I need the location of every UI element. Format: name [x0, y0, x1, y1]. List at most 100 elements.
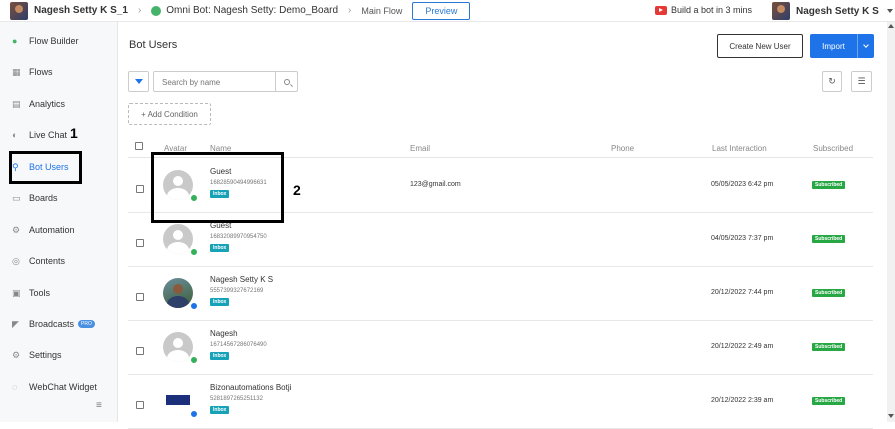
- row-checkbox[interactable]: [136, 185, 144, 193]
- sidebar-item-label: Boards: [29, 193, 58, 203]
- user-id: 16832089970954750: [210, 234, 267, 240]
- filter-button[interactable]: [128, 71, 149, 92]
- refresh-button[interactable]: ↻: [822, 71, 842, 92]
- col-email[interactable]: Email: [410, 144, 430, 153]
- inbox-badge: Inbox: [210, 244, 230, 252]
- breadcrumb-chevron-icon: ›: [348, 5, 352, 16]
- search-icon: [284, 78, 290, 85]
- import-dropdown-toggle[interactable]: [858, 42, 874, 48]
- search-input[interactable]: [154, 73, 264, 92]
- sidebar-item-flow-builder[interactable]: ● Flow Builder: [0, 31, 118, 51]
- table-row[interactable]: Nagesh 16714567286076490 Inbox 20/12/202…: [128, 321, 873, 375]
- user-menu[interactable]: Nagesh Setty K S: [772, 2, 893, 20]
- select-all-checkbox[interactable]: [135, 142, 143, 150]
- breadcrumb-chevron-icon: ›: [137, 5, 142, 16]
- sidebar-item-label: Contents: [29, 256, 66, 266]
- col-phone[interactable]: Phone: [611, 144, 634, 153]
- table-row[interactable]: Nagesh Setty K S 5557399327672169 Inbox …: [128, 267, 873, 321]
- sidebar-item-webchat-widget[interactable]: ◌ WebChat Widget: [0, 377, 118, 397]
- sidebar-item-label: Automation: [29, 225, 75, 235]
- board-icon: ▭: [12, 192, 21, 203]
- toolbox-icon: ▣: [12, 287, 21, 298]
- search-box: [153, 71, 298, 92]
- messenger-channel-icon: [190, 302, 198, 310]
- webchat-channel-icon: [190, 248, 198, 256]
- annotation-number-2: 2: [293, 182, 301, 198]
- youtube-link[interactable]: Build a bot in 3 mins: [655, 5, 752, 15]
- sidebar-item-live-chat[interactable]: ◐ Live Chat: [0, 125, 118, 145]
- sliders-icon: ☰: [857, 76, 866, 86]
- megaphone-icon: ◤: [12, 318, 19, 329]
- col-subscribed[interactable]: Subscribed: [813, 144, 853, 153]
- sidebar-item-boards[interactable]: ▭ Boards: [0, 188, 118, 208]
- user-id: 16714567286076490: [210, 342, 267, 348]
- row-checkbox[interactable]: [136, 293, 144, 301]
- flow-name[interactable]: Main Flow: [361, 6, 402, 16]
- sidebar-item-settings[interactable]: ⚙ Settings: [0, 345, 118, 365]
- last-interaction: 20/12/2022 2:39 am: [711, 397, 774, 404]
- sidebar-item-label: Live Chat: [29, 130, 68, 140]
- add-condition-button[interactable]: + Add Condition: [128, 103, 211, 125]
- filter-icon: [134, 79, 143, 84]
- column-settings-button[interactable]: ☰: [851, 71, 872, 92]
- annotation-box-guest: [151, 152, 284, 223]
- sidebar-item-label: WebChat Widget: [29, 382, 97, 392]
- user-name[interactable]: Nagesh: [210, 329, 238, 338]
- search-button[interactable]: [275, 72, 298, 91]
- last-interaction: 05/05/2023 6:42 pm: [711, 181, 774, 188]
- col-last-interaction[interactable]: Last Interaction: [712, 144, 767, 153]
- inbox-badge: Inbox: [210, 406, 230, 414]
- sidebar-item-analytics[interactable]: ▤ Analytics: [0, 94, 118, 114]
- user-name[interactable]: Nagesh Setty K S: [210, 275, 273, 284]
- avatar: [163, 332, 193, 362]
- bot-name[interactable]: Omni Bot: Nagesh Setty: Demo_Board: [166, 5, 338, 16]
- create-new-user-button[interactable]: Create New User: [717, 34, 803, 58]
- row-checkbox[interactable]: [136, 401, 144, 409]
- sidebar-item-broadcasts[interactable]: ◤ Broadcasts PRO: [0, 314, 118, 334]
- youtube-label: Build a bot in 3 mins: [671, 5, 753, 15]
- import-label: Import: [822, 41, 845, 51]
- table-row[interactable]: Bizonautomations Botji 5281897265251132 …: [128, 375, 873, 429]
- user-name[interactable]: Bizonautomations Botji: [210, 383, 291, 392]
- annotation-number-1: 1: [70, 125, 78, 141]
- chevron-down-icon: [863, 42, 869, 48]
- scroll-down-icon[interactable]: [888, 414, 894, 418]
- top-bar: Nagesh Setty K S_1 › Omni Bot: Nagesh Se…: [0, 0, 895, 22]
- webchat-channel-icon: [190, 356, 198, 364]
- pro-badge: PRO: [78, 320, 95, 328]
- sidebar-item-label: Broadcasts: [29, 319, 75, 329]
- preview-button[interactable]: Preview: [412, 1, 471, 20]
- chart-icon: ▤: [12, 98, 21, 109]
- inbox-badge: Inbox: [210, 298, 230, 306]
- messenger-channel-icon: [190, 410, 198, 418]
- avatar: [163, 386, 193, 416]
- workspace-avatar[interactable]: [10, 1, 28, 20]
- last-interaction: 04/05/2023 7:37 pm: [711, 235, 774, 242]
- page-title: Bot Users: [129, 39, 178, 51]
- scroll-up-icon[interactable]: [888, 24, 894, 28]
- sidebar: ● Flow Builder ▦ Flows ▤ Analytics ◐ Liv…: [0, 22, 118, 422]
- chat-widget-icon: ◌: [12, 381, 18, 392]
- sidebar-item-tools[interactable]: ▣ Tools: [0, 283, 118, 303]
- row-checkbox[interactable]: [136, 239, 144, 247]
- vertical-scrollbar[interactable]: [887, 22, 895, 422]
- gear-icon: ⚙: [12, 224, 21, 235]
- chevron-down-icon: [886, 9, 893, 13]
- subscribed-badge: Subscribed: [812, 343, 846, 351]
- subscribed-badge: Subscribed: [812, 181, 846, 189]
- sidebar-item-automation[interactable]: ⚙ Automation: [0, 220, 118, 240]
- settings-icon: ⚙: [12, 349, 21, 360]
- avatar: [163, 278, 193, 308]
- headset-icon: ◐: [12, 129, 18, 140]
- hamburger-menu-icon[interactable]: ≡: [96, 400, 102, 411]
- sidebar-item-label: Analytics: [29, 99, 66, 109]
- sidebar-item-flows[interactable]: ▦ Flows: [0, 62, 118, 82]
- user-name: Nagesh Setty K S: [796, 5, 879, 17]
- user-id: 5557399327672169: [210, 288, 264, 294]
- bot-icon: [151, 5, 162, 16]
- row-checkbox[interactable]: [136, 347, 144, 355]
- workspace-name[interactable]: Nagesh Setty K S_1: [34, 5, 128, 16]
- user-id: 5281897265251132: [210, 396, 263, 402]
- sidebar-item-contents[interactable]: ◎ Contents: [0, 251, 118, 271]
- import-button[interactable]: Import: [810, 34, 874, 58]
